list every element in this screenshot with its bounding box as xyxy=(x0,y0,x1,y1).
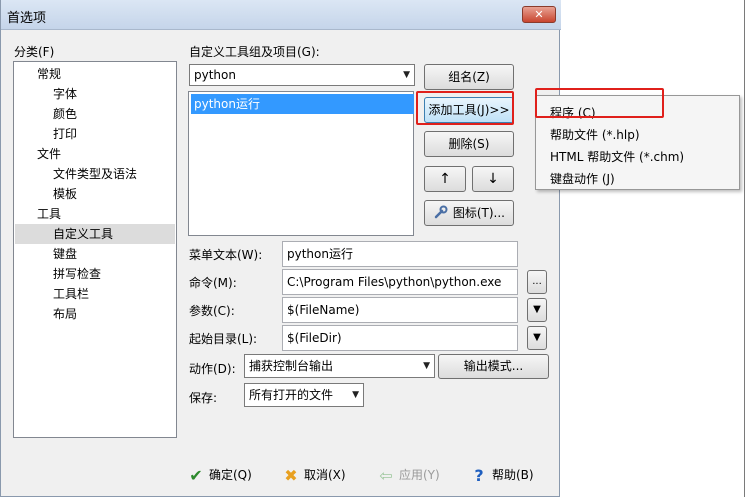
list-item[interactable]: python运行 xyxy=(191,94,414,114)
move-down-button[interactable]: ↓ xyxy=(472,166,514,192)
menu-text-input[interactable]: python运行 xyxy=(282,241,518,267)
command-input[interactable]: C:\Program Files\python\python.exe xyxy=(282,269,518,295)
help-label: 帮助(B) xyxy=(492,468,534,482)
ok-label: 确定(Q) xyxy=(209,468,252,482)
cross-icon: ✖ xyxy=(284,466,298,485)
args-input[interactable]: $(FileName) xyxy=(282,297,518,323)
edge-divider xyxy=(744,0,745,497)
tool-group-select[interactable]: python ▼ xyxy=(189,64,415,86)
close-icon: ✕ xyxy=(534,8,544,21)
tree-item-layout[interactable]: 布局 xyxy=(53,304,77,324)
preferences-dialog: 首选项 ✕ 分类(F) 常规 字体 颜色 打印 文件 文件类型及语法 模板 工具… xyxy=(0,0,561,497)
menu-item-html-help[interactable]: HTML 帮助文件 (*.chm) xyxy=(550,148,684,165)
move-up-button[interactable]: ↑ xyxy=(424,166,466,192)
action-select[interactable]: 捕获控制台输出 ▼ xyxy=(244,354,435,378)
chevron-down-icon: ▼ xyxy=(352,390,359,400)
apply-label: 应用(Y) xyxy=(399,468,440,482)
tree-item-spellcheck[interactable]: 拼写检查 xyxy=(53,264,101,284)
ok-button[interactable]: ✔ 确定(Q) xyxy=(187,466,252,485)
tool-items-list[interactable]: python运行 xyxy=(188,91,414,236)
window-title: 首选项 xyxy=(7,11,47,26)
tool-group-label: 自定义工具组及项目(G): xyxy=(189,45,320,59)
wrench-icon xyxy=(433,204,449,228)
args-dropdown-button[interactable]: ▼ xyxy=(527,298,547,322)
tree-item-font[interactable]: 字体 xyxy=(53,84,77,104)
tree-item-toolbar[interactable]: 工具栏 xyxy=(53,284,89,304)
highlight-add-tool xyxy=(416,91,514,125)
start-dir-label: 起始目录(L): xyxy=(189,332,258,346)
tree-item-general[interactable]: 常规 xyxy=(37,64,61,84)
tree-item-file-types[interactable]: 文件类型及语法 xyxy=(53,164,137,184)
tree-item-print[interactable]: 打印 xyxy=(53,124,77,144)
save-value: 所有打开的文件 xyxy=(249,388,334,402)
output-mode-button[interactable]: 输出模式... xyxy=(438,354,549,379)
triangle-down-icon: ▼ xyxy=(533,304,541,315)
tool-group-value: python xyxy=(194,68,236,82)
tree-item-color[interactable]: 颜色 xyxy=(53,104,77,124)
cancel-label: 取消(X) xyxy=(304,468,346,482)
tree-item-file[interactable]: 文件 xyxy=(37,144,61,164)
arrow-left-icon: ⇦ xyxy=(379,466,393,485)
action-label: 动作(D): xyxy=(189,362,236,376)
start-dir-dropdown-button[interactable]: ▼ xyxy=(527,326,547,350)
chevron-down-icon: ▼ xyxy=(423,361,430,371)
apply-button[interactable]: ⇦ 应用(Y) xyxy=(377,466,440,485)
tree-item-templates[interactable]: 模板 xyxy=(53,184,77,204)
arrow-down-icon: ↓ xyxy=(487,171,499,187)
category-label: 分类(F) xyxy=(14,45,55,59)
arrow-up-icon: ↑ xyxy=(439,171,451,187)
group-name-button[interactable]: 组名(Z) xyxy=(424,64,514,90)
triangle-down-icon: ▼ xyxy=(533,332,541,343)
delete-button[interactable]: 删除(S) xyxy=(424,131,514,157)
menu-item-keyboard-action[interactable]: 键盘动作 (J) xyxy=(550,170,615,187)
args-label: 参数(C): xyxy=(189,304,235,318)
tree-item-keyboard[interactable]: 键盘 xyxy=(53,244,77,264)
chevron-down-icon: ▼ xyxy=(403,70,410,80)
icon-button-label: 图标(T)... xyxy=(452,206,505,220)
highlight-program-item xyxy=(535,88,664,118)
start-dir-input[interactable]: $(FileDir) xyxy=(282,325,518,351)
close-button[interactable]: ✕ xyxy=(522,6,556,23)
tree-item-tools[interactable]: 工具 xyxy=(37,204,61,224)
cancel-button[interactable]: ✖ 取消(X) xyxy=(282,466,346,485)
browse-command-button[interactable]: ... xyxy=(527,270,547,294)
question-mark-icon: ? xyxy=(474,466,484,485)
command-label: 命令(M): xyxy=(189,276,237,290)
save-label: 保存: xyxy=(189,391,218,405)
save-select[interactable]: 所有打开的文件 ▼ xyxy=(244,383,364,407)
checkmark-icon: ✔ xyxy=(189,466,203,485)
tree-item-custom-tools[interactable]: 自定义工具 xyxy=(15,224,175,244)
icon-button[interactable]: 图标(T)... xyxy=(424,200,514,226)
help-button[interactable]: ? 帮助(B) xyxy=(470,466,534,485)
title-bar[interactable]: 首选项 ✕ xyxy=(1,0,561,30)
action-value: 捕获控制台输出 xyxy=(249,359,334,373)
menu-text-label: 菜单文本(W): xyxy=(189,248,263,262)
category-tree[interactable]: 常规 字体 颜色 打印 文件 文件类型及语法 模板 工具 自定义工具 键盘 拼写… xyxy=(13,61,177,438)
menu-item-help-file[interactable]: 帮助文件 (*.hlp) xyxy=(550,126,640,143)
